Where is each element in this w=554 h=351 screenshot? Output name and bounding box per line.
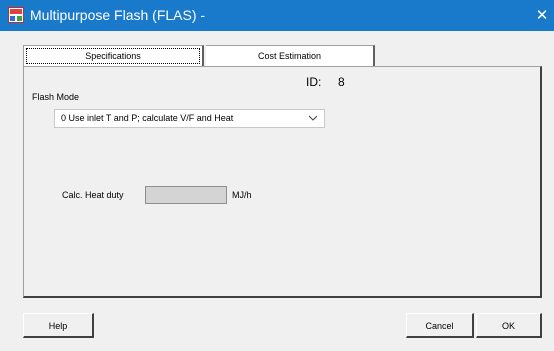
cancel-button[interactable]: Cancel bbox=[406, 313, 474, 338]
tab-cost-estimation[interactable]: Cost Estimation bbox=[206, 45, 375, 66]
tab-specifications[interactable]: Specifications bbox=[23, 45, 204, 66]
heat-duty-field bbox=[145, 186, 227, 204]
flash-dialog: Multipurpose Flash (FLAS) - ✕ Specificat… bbox=[0, 0, 554, 351]
help-button[interactable]: Help bbox=[23, 313, 94, 338]
window-title: Multipurpose Flash (FLAS) - bbox=[30, 7, 206, 23]
flash-mode-select[interactable]: 0 Use inlet T and P; calculate V/F and H… bbox=[54, 109, 325, 128]
specifications-panel bbox=[23, 66, 542, 298]
id-label: ID: bbox=[306, 75, 322, 89]
title-bar[interactable]: Multipurpose Flash (FLAS) - ✕ bbox=[0, 0, 554, 31]
close-button[interactable]: ✕ bbox=[530, 0, 554, 31]
id-value: 8 bbox=[338, 75, 345, 89]
flash-mode-value: 0 Use inlet T and P; calculate V/F and H… bbox=[61, 113, 234, 123]
heat-duty-label: Calc. Heat duty bbox=[62, 190, 124, 200]
app-icon bbox=[8, 7, 24, 23]
chevron-down-icon[interactable] bbox=[306, 111, 320, 126]
heat-duty-unit: MJ/h bbox=[232, 190, 252, 200]
tab-label: Specifications bbox=[26, 48, 200, 64]
flash-mode-label: Flash Mode bbox=[32, 92, 80, 102]
ok-button[interactable]: OK bbox=[476, 313, 542, 338]
